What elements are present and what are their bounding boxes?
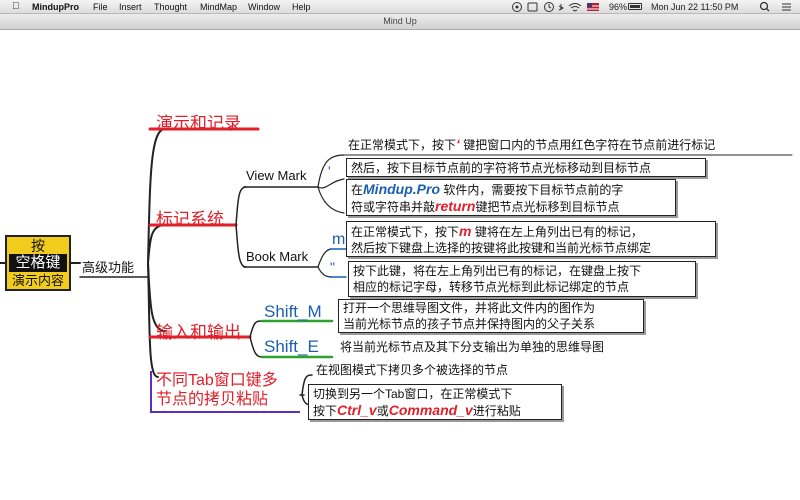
note-text: 符或字符串并敲	[351, 200, 436, 214]
menu-extras	[759, 1, 791, 12]
menu-file[interactable]: File	[93, 1, 108, 13]
branch-tab-copy[interactable]: 不同Tab窗口键多 节点的拷贝粘贴	[156, 371, 278, 409]
note-text: 在正常模式下，按下	[348, 138, 457, 152]
command-v-key: Command_v	[388, 402, 473, 418]
note-text: 键把窗口内的节点用红色字符在节点前进行标记	[463, 138, 716, 152]
note-text: 按下	[313, 404, 338, 418]
note-text: 键将在左上角列出已有的标记，	[474, 225, 643, 239]
bluetooth-icon	[558, 4, 565, 11]
note-text: 键把节点光标移到目标节点	[475, 200, 620, 214]
shift-m-label[interactable]: Shift_M	[264, 302, 322, 322]
dropbox-icon	[527, 2, 538, 12]
note-text: 然后，按下目标节点前的字符将节点光标移动到目标节点	[351, 161, 652, 175]
ctrl-v-key: Ctrl_v	[337, 402, 377, 418]
root-line-3: 演示内容	[11, 273, 64, 288]
battery-icon[interactable]	[628, 3, 642, 10]
note-text: 在	[351, 183, 364, 197]
book-mark-key-quote: "	[330, 259, 335, 275]
view-mark-label[interactable]: View Mark	[246, 168, 306, 183]
branch-tab-copy-line-2: 节点的拷贝粘贴	[156, 391, 269, 408]
book-mark-key-m: m	[332, 231, 346, 248]
quote-key: ‘	[456, 136, 460, 152]
branch-present[interactable]: 演示和记录	[156, 109, 241, 134]
mindmap-canvas[interactable]: 按 空格键 演示内容 高级功能 演示和记录 标记系统 输入和输出 不同Tab窗口…	[0, 31, 800, 500]
menu-mindmap[interactable]: MindMap	[200, 1, 237, 13]
view-mark-note-1[interactable]: 在正常模式下，按下‘ 键把窗口内的节点用红色字符在节点前进行标记	[348, 136, 715, 153]
note-text: 进行粘贴	[472, 404, 521, 418]
book-mark-label[interactable]: Book Mark	[246, 249, 308, 264]
menu-window[interactable]: Window	[248, 1, 280, 13]
note-text: 切换到另一个Tab窗口，在正常模式下	[313, 387, 513, 401]
branch-tab-copy-line-1: 不同Tab窗口键多	[156, 372, 278, 389]
shift-m-note[interactable]: 打开一个思维导图文件，并将此文件内的图作为 当前光标节点的孩子节点并保持图内的父…	[338, 299, 644, 333]
view-mark-key: '	[328, 163, 331, 179]
menu-thought[interactable]: Thought	[154, 1, 187, 13]
menu-help[interactable]: Help	[292, 1, 311, 13]
brand-name: Mindup.Pro	[363, 181, 441, 197]
branch-marking[interactable]: 标记系统	[156, 205, 224, 230]
return-key: return	[435, 198, 476, 214]
note-text: 相应的标记字母，转移节点光标到此标记绑定的节点	[353, 280, 630, 294]
window-title: Mind Up	[383, 16, 417, 26]
spotlight-icon	[759, 1, 769, 11]
note-text: 当前光标节点的孩子节点并保持图内的父子关系	[343, 317, 596, 331]
clock[interactable]: Mon Jun 22 11:50 PM	[651, 1, 738, 13]
window-titlebar[interactable]: Mind Up	[0, 14, 800, 30]
view-mark-note-3[interactable]: 在Mindup.Pro 软件内，需要按下目标节点前的字 符或字符串并敲retur…	[346, 179, 676, 216]
status-icons	[512, 2, 599, 12]
m-key: m	[459, 223, 472, 239]
wifi-icon	[568, 3, 582, 12]
note-text: 或	[376, 404, 389, 418]
book-mark-note-2[interactable]: 按下此键，将在左上角列出已有的标记，在键盘上按下 相应的标记字母，转移节点光标到…	[348, 261, 696, 297]
book-mark-note-1[interactable]: 在正常模式下，按下m 键将在左上角列出已有的标记， 然后按下键盘上选择的按键将此…	[346, 221, 716, 257]
main-topic[interactable]: 高级功能	[82, 257, 134, 276]
root-node[interactable]: 按 空格键 演示内容	[5, 235, 71, 291]
app-menu[interactable]: MindupPro	[32, 1, 79, 13]
branch-io[interactable]: 输入和输出	[156, 318, 241, 343]
battery-percent: 96%	[609, 2, 628, 12]
menu-insert[interactable]: Insert	[119, 1, 142, 13]
shift-e-label[interactable]: Shift_E	[264, 337, 319, 357]
note-text: 然后按下键盘上选择的按键将此按键和当前光标节点绑定	[351, 241, 652, 255]
note-text: 打开一个思维导图文件，并将此文件内的图作为	[343, 301, 596, 315]
root-line-2: 空格键	[9, 254, 67, 272]
copy-note-1[interactable]: 在视图模式下拷贝多个被选择的节点	[316, 362, 508, 378]
shift-e-note[interactable]: 将当前光标节点及其下分支输出为单独的思维导图	[340, 339, 604, 355]
note-text: 按下此键，将在左上角列出已有的标记，在键盘上按下	[353, 264, 642, 278]
menu-bar:  MindupPro File Insert Thought MindMap …	[0, 0, 800, 14]
apple-menu-icon[interactable]: 	[12, 1, 20, 13]
root-line-1: 按	[31, 238, 45, 254]
copy-note-2[interactable]: 切换到另一个Tab窗口，在正常模式下 按下Ctrl_v或Command_v进行粘…	[308, 384, 562, 420]
note-text: 软件内，需要按下目标节点前的字	[443, 183, 624, 197]
note-text: 在正常模式下，按下	[351, 225, 460, 239]
view-mark-note-2[interactable]: 然后，按下目标节点前的字符将节点光标移动到目标节点	[346, 158, 706, 177]
